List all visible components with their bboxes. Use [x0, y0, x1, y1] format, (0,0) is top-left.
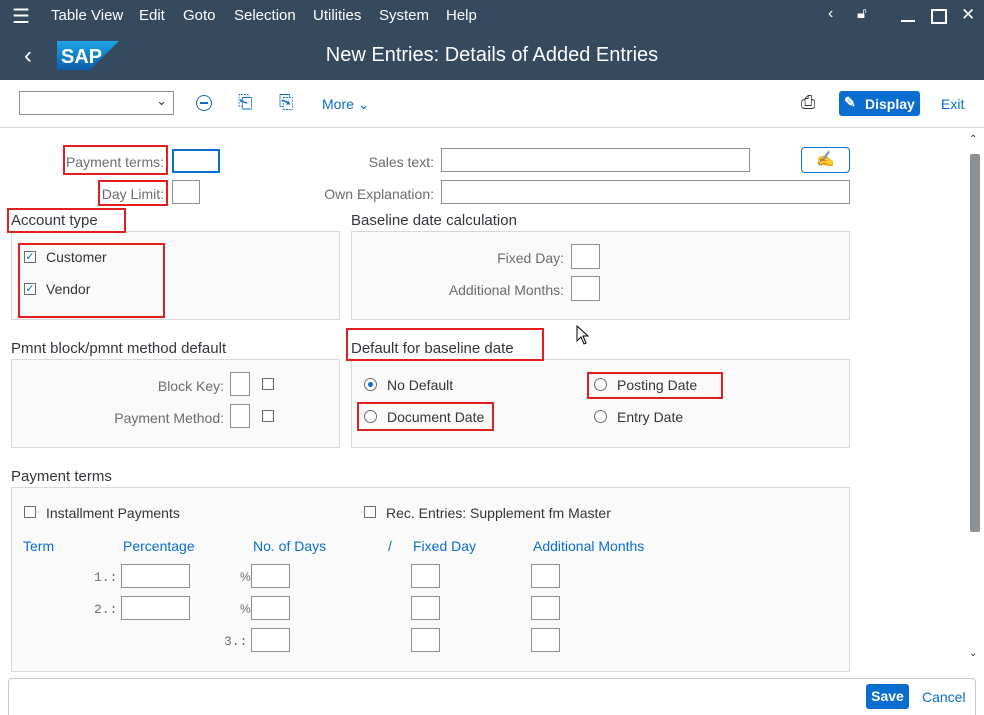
- highlight-document-date: [357, 402, 494, 431]
- own-explanation-label: Own Explanation:: [324, 186, 434, 202]
- row-3-label: 3.:: [224, 634, 248, 649]
- save-button[interactable]: Save: [866, 684, 909, 709]
- scrollbar-thumb[interactable]: [970, 154, 980, 532]
- close-icon[interactable]: ✕: [961, 5, 975, 25]
- row-1-percentage-input[interactable]: [121, 564, 190, 588]
- row-2-percent-sign: %: [240, 602, 251, 616]
- fixed-day-label: Fixed Day:: [497, 250, 564, 266]
- installment-payments-label: Installment Payments: [46, 505, 180, 521]
- menu-goto[interactable]: Goto: [183, 7, 216, 24]
- exit-button[interactable]: Exit: [941, 96, 964, 112]
- payment-terms-section-title: Payment terms: [11, 468, 112, 485]
- vertical-scrollbar[interactable]: ⌃ ⌄: [966, 128, 984, 672]
- block-key-label: Block Key:: [157, 378, 224, 394]
- baseline-calc-title: Baseline date calculation: [351, 212, 517, 229]
- title-bar: ‹ SAP New Entries: Details of Added Entr…: [0, 32, 984, 80]
- row-2-months-input[interactable]: [531, 596, 560, 620]
- edit-glasses-icon: ✎: [844, 94, 856, 110]
- menu-utilities[interactable]: Utilities: [313, 7, 361, 24]
- document-left-icon[interactable]: ⎗: [238, 92, 252, 113]
- col-fixed-day: Fixed Day: [413, 538, 477, 554]
- menu-edit[interactable]: Edit: [139, 7, 165, 24]
- menu-selection[interactable]: Selection: [234, 7, 296, 24]
- col-additional-months: Additional Months: [533, 538, 645, 554]
- document-edit-icon: ✍: [816, 151, 835, 168]
- row-1-label: 1.:: [94, 570, 118, 585]
- content-area: Payment terms: Day Limit: Sales text: ✍ …: [0, 128, 966, 672]
- day-limit-input[interactable]: [172, 180, 200, 204]
- payment-method-label: Payment Method:: [114, 410, 224, 426]
- additional-months-input[interactable]: [571, 276, 600, 301]
- highlight-posting-date: [587, 372, 723, 399]
- lock-icon[interactable]: 🔓︎: [857, 5, 867, 22]
- footer-bar: Save Cancel: [0, 672, 984, 715]
- row-1-months-input[interactable]: [531, 564, 560, 588]
- entry-date-label: Entry Date: [617, 409, 684, 425]
- highlight-payment-terms: [63, 145, 168, 175]
- long-text-button[interactable]: ✍: [801, 147, 850, 173]
- pmnt-block-title: Pmnt block/pmnt method default: [11, 340, 227, 357]
- page-title: New Entries: Details of Added Entries: [325, 44, 659, 66]
- payment-method-input[interactable]: [230, 404, 250, 428]
- menu-help[interactable]: Help: [446, 7, 477, 24]
- highlight-default-baseline: [346, 328, 544, 361]
- row-2-percentage-input[interactable]: [121, 596, 190, 620]
- payment-method-checkbox[interactable]: [262, 410, 274, 422]
- row-1-fixed-day-input[interactable]: [411, 564, 440, 588]
- fixed-day-input[interactable]: [571, 244, 600, 269]
- row-1-percent-sign: %: [240, 570, 251, 584]
- no-default-label: No Default: [387, 377, 454, 393]
- row-3-months-input[interactable]: [531, 628, 560, 652]
- maximize-icon[interactable]: [931, 9, 947, 24]
- own-explanation-input[interactable]: [441, 180, 850, 204]
- row-1-days-input[interactable]: [251, 564, 290, 588]
- row-3-fixed-day-input[interactable]: [411, 628, 440, 652]
- col-no-of-days: No. of Days: [253, 538, 327, 554]
- menu-bar: ☰ Table View Edit Goto Selection Utiliti…: [0, 0, 984, 32]
- mouse-cursor-icon: [576, 325, 590, 345]
- block-key-checkbox[interactable]: [262, 378, 274, 390]
- command-field-dropdown[interactable]: ⌄: [19, 91, 174, 115]
- row-3-days-input[interactable]: [251, 628, 290, 652]
- pmnt-block-group: [11, 359, 340, 448]
- additional-months-label: Additional Months:: [448, 282, 564, 298]
- col-percentage: Percentage: [123, 538, 195, 554]
- highlight-day-limit: [98, 180, 168, 206]
- row-2-fixed-day-input[interactable]: [411, 596, 440, 620]
- entry-date-radio[interactable]: [594, 410, 607, 423]
- sales-text-input[interactable]: [441, 148, 750, 172]
- scroll-up-icon[interactable]: ⌃: [969, 134, 977, 145]
- hamburger-menu-icon[interactable]: ☰: [12, 4, 30, 29]
- rec-entries-checkbox[interactable]: [364, 506, 376, 518]
- footer-panel: [8, 678, 976, 715]
- highlight-account-type: [7, 208, 126, 233]
- no-default-radio[interactable]: [364, 378, 377, 391]
- row-2-label: 2.:: [94, 602, 118, 617]
- cancel-button[interactable]: Cancel: [922, 689, 966, 705]
- menu-table-view[interactable]: Table View: [51, 7, 123, 24]
- baseline-calc-group: [351, 231, 850, 320]
- more-button[interactable]: More ⌄: [322, 96, 370, 113]
- display-button[interactable]: ✎ Display: [839, 91, 920, 116]
- col-term: Term: [23, 538, 55, 554]
- rec-entries-label: Rec. Entries: Supplement fm Master: [386, 505, 611, 521]
- menu-system[interactable]: System: [379, 7, 429, 24]
- minimize-icon[interactable]: [901, 20, 915, 22]
- chevron-down-icon: ⌄: [156, 93, 167, 108]
- block-key-input[interactable]: [230, 372, 250, 396]
- payment-terms-input[interactable]: [172, 149, 220, 173]
- scroll-down-icon[interactable]: ⌄: [969, 648, 977, 659]
- toolbar: ⌄ ⎗ ⎘ More ⌄ ⎙ ✎ Display Exit: [0, 80, 984, 128]
- collapse-left-icon[interactable]: ‹: [828, 5, 833, 23]
- row-2-days-input[interactable]: [251, 596, 290, 620]
- highlight-customer-vendor: [18, 243, 165, 318]
- col-slash: /: [388, 538, 392, 554]
- installment-payments-checkbox[interactable]: [24, 506, 36, 518]
- sales-text-label: Sales text:: [368, 154, 434, 170]
- print-icon[interactable]: ⎙: [801, 92, 815, 113]
- minus-circle-icon[interactable]: [196, 95, 212, 111]
- document-right-icon[interactable]: ⎘: [279, 92, 293, 113]
